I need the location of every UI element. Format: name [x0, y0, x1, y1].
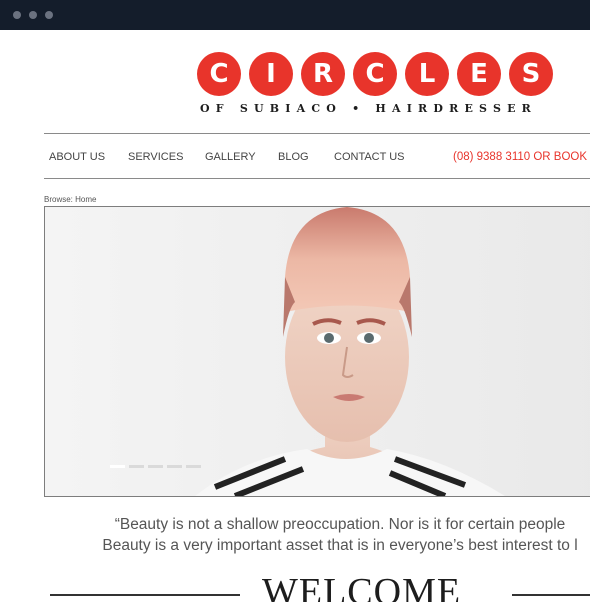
- welcome-heading: WELCOME: [262, 571, 462, 602]
- welcome-divider-left: [50, 594, 240, 596]
- logo-letter: E: [457, 52, 501, 96]
- slider-dot-4[interactable]: [167, 465, 182, 468]
- window-dot-icon[interactable]: [45, 11, 53, 19]
- nav-services[interactable]: SERVICES: [128, 151, 183, 163]
- slider-dot-1[interactable]: [110, 465, 125, 468]
- nav-contact-us[interactable]: CONTACT US: [334, 151, 405, 163]
- nav-about-us[interactable]: ABOUT US: [49, 151, 105, 163]
- slider-dot-3[interactable]: [148, 465, 163, 468]
- main-nav: ABOUT US SERVICES GALLERY BLOG CONTACT U…: [44, 133, 590, 179]
- breadcrumb: Browse: Home: [44, 195, 97, 204]
- logo-letter: R: [301, 52, 345, 96]
- quote-line-1: “Beauty is not a shallow preoccupation. …: [114, 516, 566, 533]
- page-content: C I R C L E S OF SUBIACO • HAIRDRESSER A…: [0, 30, 590, 602]
- logo-letter: L: [405, 52, 449, 96]
- intro-quote: “Beauty is not a shallow preoccupation. …: [0, 514, 590, 556]
- slider-dot-2[interactable]: [129, 465, 144, 468]
- logo-subtitle: OF SUBIACO • HAIRDRESSER: [200, 102, 538, 115]
- logo-letter: I: [249, 52, 293, 96]
- logo-letter: C: [353, 52, 397, 96]
- quote-line-2: Beauty is a very important asset that is…: [102, 537, 578, 554]
- window-dot-icon[interactable]: [13, 11, 21, 19]
- hero-slider[interactable]: [44, 206, 590, 497]
- welcome-divider-right: [512, 594, 590, 596]
- slider-dot-5[interactable]: [186, 465, 201, 468]
- window-dot-icon[interactable]: [29, 11, 37, 19]
- hero-portrait-image: [45, 207, 590, 496]
- nav-gallery[interactable]: GALLERY: [205, 151, 256, 163]
- phone-book-online-link[interactable]: (08) 9388 3110 OR BOOK ONLINE: [453, 151, 590, 163]
- logo-letter: C: [197, 52, 241, 96]
- site-logo[interactable]: C I R C L E S OF SUBIACO • HAIRDRESSER: [197, 52, 557, 122]
- browser-chrome: [0, 0, 590, 30]
- nav-blog[interactable]: BLOG: [278, 151, 309, 163]
- logo-letter: S: [509, 52, 553, 96]
- slider-pagination: [110, 455, 205, 473]
